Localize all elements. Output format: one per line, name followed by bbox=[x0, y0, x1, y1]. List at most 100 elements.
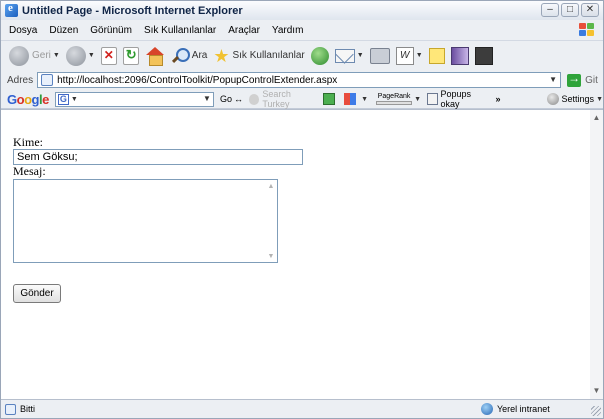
chevron-down-icon: ▼ bbox=[356, 52, 364, 59]
chevron-down-icon: ▼ bbox=[70, 95, 78, 103]
go-button[interactable]: Git bbox=[567, 71, 598, 87]
messenger-icon bbox=[474, 46, 493, 65]
back-button[interactable]: Geri ▼ bbox=[9, 44, 60, 68]
home-icon bbox=[145, 46, 165, 66]
popup-blocker-button[interactable]: Popups okay bbox=[427, 89, 490, 109]
news-icon bbox=[323, 93, 336, 105]
scroll-down-icon[interactable]: ▼ bbox=[265, 251, 277, 261]
chevron-down-icon[interactable]: ▼ bbox=[414, 96, 421, 103]
back-arrow-icon bbox=[9, 45, 29, 66]
pagerank-indicator[interactable]: PageRank bbox=[376, 93, 413, 105]
standard-toolbar: Geri ▼ ▼ Ara ★ Sık Kullanılanlar ▼ bbox=[1, 40, 603, 70]
search-icon bbox=[171, 47, 190, 65]
address-url: http://localhost:2096/ControlToolkit/Pop… bbox=[57, 74, 338, 86]
google-g-icon: G bbox=[57, 93, 69, 105]
note-icon bbox=[428, 47, 445, 64]
address-label: Adres bbox=[7, 74, 34, 86]
mail-button[interactable]: ▼ bbox=[334, 44, 364, 68]
compose-form: Kime: Sem Göksu; Mesaj: ▲ ▼ Gönder bbox=[13, 136, 303, 303]
google-search-button[interactable]: Search Turkey bbox=[248, 89, 317, 109]
search-button[interactable]: Ara bbox=[171, 44, 208, 68]
popups-label: Popups okay bbox=[440, 89, 472, 109]
printer-icon bbox=[369, 47, 390, 64]
scroll-up-icon[interactable]: ▲ bbox=[265, 181, 277, 191]
page-icon bbox=[41, 74, 54, 86]
google-search-label: Search Turkey bbox=[262, 89, 291, 109]
pagerank-bar bbox=[376, 101, 413, 105]
google-search-input[interactable]: G ▼ ▼ bbox=[54, 91, 214, 107]
refresh-icon bbox=[122, 46, 139, 65]
browser-window: Untitled Page - Microsoft Internet Explo… bbox=[0, 0, 604, 419]
window-controls: – □ ✕ bbox=[541, 3, 599, 17]
chevron-down-icon[interactable]: ▼ bbox=[547, 74, 559, 86]
pagerank-label: PageRank bbox=[377, 93, 411, 100]
stop-icon bbox=[100, 46, 117, 65]
search-label: Ara bbox=[191, 50, 208, 61]
google-toolbar: Google G ▼ ▼ Go ↔ Search Turkey ▼ PageRa… bbox=[1, 89, 603, 109]
menu-edit[interactable]: Düzen bbox=[49, 25, 78, 36]
chevron-down-icon: ▼ bbox=[415, 52, 423, 59]
messenger-button[interactable] bbox=[474, 44, 493, 68]
page-viewport: Kime: Sem Göksu; Mesaj: ▲ ▼ Gönder ▲ ▼ bbox=[1, 109, 603, 399]
security-zone: Yerel intranet bbox=[481, 403, 550, 415]
scroll-down-icon[interactable]: ▼ bbox=[590, 385, 603, 397]
window-title: Untitled Page - Microsoft Internet Explo… bbox=[22, 4, 243, 17]
chevron-down-icon[interactable]: ▼ bbox=[203, 94, 211, 103]
ie-icon bbox=[5, 2, 18, 17]
address-input[interactable]: http://localhost:2096/ControlToolkit/Pop… bbox=[37, 72, 562, 88]
favorites-label: Sık Kullanılanlar bbox=[232, 50, 305, 61]
research-button[interactable] bbox=[450, 44, 469, 68]
message-textarea[interactable]: ▲ ▼ bbox=[13, 179, 278, 263]
minimize-button[interactable]: – bbox=[541, 3, 559, 17]
windows-logo-icon bbox=[577, 22, 595, 38]
forward-button[interactable]: ▼ bbox=[65, 44, 95, 68]
notes-button[interactable] bbox=[428, 44, 445, 68]
home-button[interactable] bbox=[145, 44, 165, 68]
scroll-up-icon[interactable]: ▲ bbox=[590, 112, 603, 124]
page-icon bbox=[5, 403, 16, 415]
news-button[interactable] bbox=[323, 93, 338, 105]
close-button[interactable]: ✕ bbox=[581, 3, 599, 17]
blocks-button[interactable]: ▼ bbox=[344, 93, 368, 105]
more-button[interactable]: » bbox=[496, 94, 501, 104]
back-label: Geri bbox=[32, 50, 51, 61]
address-bar: Adres http://localhost:2096/ControlToolk… bbox=[1, 71, 603, 89]
send-button[interactable]: Gönder bbox=[13, 284, 61, 303]
stop-button[interactable] bbox=[100, 44, 117, 68]
go-arrow-icon bbox=[567, 71, 582, 87]
page-scrollbar[interactable]: ▲ ▼ bbox=[590, 110, 603, 399]
menu-favorites[interactable]: Sık Kullanılanlar bbox=[144, 25, 216, 36]
menu-view[interactable]: Görünüm bbox=[90, 25, 132, 36]
go-label: Git bbox=[585, 74, 598, 86]
chevron-down-icon: ▼ bbox=[361, 95, 369, 103]
google-go-button[interactable]: Go ↔ bbox=[220, 94, 243, 104]
history-icon bbox=[310, 46, 329, 65]
print-button[interactable] bbox=[369, 44, 390, 68]
globe-icon bbox=[481, 403, 493, 415]
settings-button[interactable]: Settings ▼ bbox=[546, 93, 603, 105]
history-button[interactable] bbox=[310, 44, 329, 68]
menu-bar: Dosya Düzen Görünüm Sık Kullanılanlar Ar… bbox=[1, 21, 603, 39]
chevron-down-icon: ▼ bbox=[52, 52, 60, 59]
message-label: Mesaj: bbox=[13, 164, 46, 178]
blocks-icon bbox=[344, 93, 357, 105]
textarea-scrollbar[interactable]: ▲ ▼ bbox=[265, 180, 277, 262]
menu-help[interactable]: Yardım bbox=[272, 25, 304, 36]
edit-button[interactable]: W ▼ bbox=[395, 44, 423, 68]
resize-grip[interactable] bbox=[591, 406, 601, 416]
menu-tools[interactable]: Araçlar bbox=[228, 25, 260, 36]
popup-icon bbox=[427, 93, 438, 105]
forward-arrow-icon bbox=[65, 45, 86, 66]
status-bar: Bitti Yerel intranet bbox=[1, 399, 603, 418]
settings-icon bbox=[546, 93, 559, 105]
maximize-button[interactable]: □ bbox=[561, 3, 579, 17]
mail-icon bbox=[334, 48, 355, 63]
to-input[interactable]: Sem Göksu; bbox=[13, 149, 303, 165]
refresh-button[interactable] bbox=[122, 44, 139, 68]
status-text: Bitti bbox=[20, 404, 36, 414]
favorites-button[interactable]: ★ Sık Kullanılanlar bbox=[213, 44, 304, 68]
chevron-down-icon: ▼ bbox=[596, 95, 603, 103]
globe-icon bbox=[248, 93, 260, 105]
menu-file[interactable]: Dosya bbox=[9, 25, 37, 36]
word-icon: W bbox=[395, 46, 414, 65]
